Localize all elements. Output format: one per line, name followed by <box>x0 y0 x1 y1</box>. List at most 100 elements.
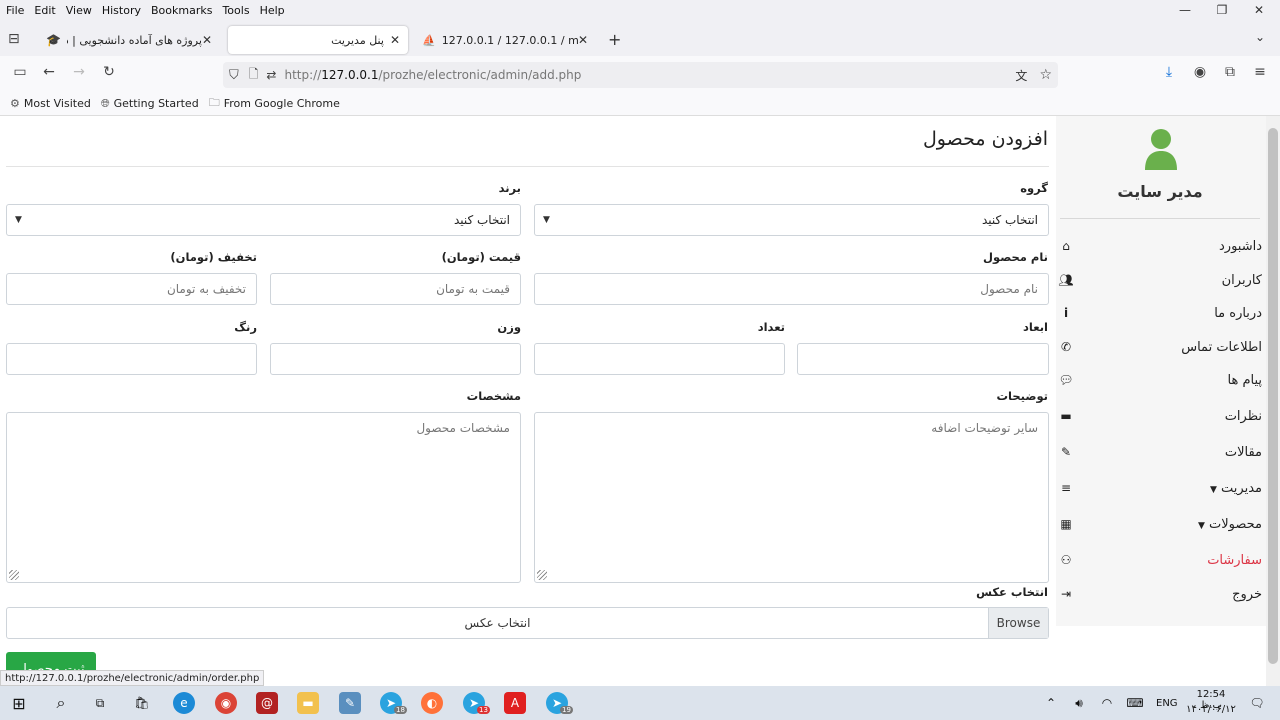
language-indicator[interactable]: ENG <box>1156 698 1178 709</box>
sidebar-item-products[interactable]: ▦ محصولات ▼ <box>1058 512 1262 536</box>
users-icon: 👥︎ <box>1058 273 1074 287</box>
sidebar-item-label: اطلاعات تماس <box>1181 339 1262 355</box>
description-textarea[interactable]: سایر توضیحات اضافه <box>534 412 1049 583</box>
group-label: گروه <box>1020 181 1048 195</box>
close-tab-icon[interactable]: ✕ <box>390 33 400 47</box>
app-menu-icon[interactable]: ≡ <box>1249 64 1271 80</box>
price-input[interactable]: قیمت به تومان <box>270 273 521 305</box>
restore-icon[interactable]: ❐ <box>1205 0 1239 20</box>
back-icon[interactable]: ← <box>38 64 60 80</box>
file-explorer-icon[interactable]: ▬ <box>297 692 319 714</box>
firefox-icon[interactable]: ◐ <box>421 692 443 714</box>
close-tab-icon[interactable]: ✕ <box>578 33 588 47</box>
discount-input[interactable]: تخفیف به تومان <box>6 273 257 305</box>
sidebar-item-orders[interactable]: ⚇ سفارشات <box>1058 548 1262 572</box>
notepad-icon[interactable]: ✎ <box>339 692 361 714</box>
globe-icon: 🌐︎ <box>100 96 110 110</box>
specs-textarea[interactable]: مشخصات محصول <box>6 412 521 583</box>
sidebar-item-text: مدیریت <box>1221 480 1262 496</box>
bookmark-getting-started[interactable]: 🌐︎ Getting Started <box>101 97 199 111</box>
scrollbar-thumb[interactable] <box>1268 128 1278 664</box>
search-icon[interactable]: ⌕ <box>50 692 72 714</box>
sidebar-item-management[interactable]: ≡ مدیریت ▼ <box>1058 476 1262 500</box>
close-window-icon[interactable]: ✕ <box>1242 0 1276 20</box>
app-red-icon[interactable]: @ <box>256 692 278 714</box>
sidebar-item-contact[interactable]: ✆ اطلاعات تماس <box>1058 335 1262 359</box>
brand-select[interactable]: انتخاب کنید ▼ <box>6 204 521 236</box>
page-icon[interactable]: 🗋 <box>249 65 259 86</box>
menu-view[interactable]: View <box>66 4 92 17</box>
menu-bookmarks[interactable]: Bookmarks <box>151 4 212 17</box>
url-bar[interactable]: ⛉ 🗋 ⇄ http://127.0.0.1/prozhe/electronic… <box>223 62 1058 88</box>
wifi-icon[interactable]: ◠ <box>1096 692 1118 714</box>
minimize-icon[interactable]: — <box>1168 0 1202 20</box>
sidebar-item-dashboard[interactable]: ⌂ داشبورد <box>1058 234 1262 258</box>
bookmark-most-visited[interactable]: ⚙ Most Visited <box>10 97 91 110</box>
tab-overview-icon[interactable]: ⊟ <box>8 31 20 47</box>
sidebar-item-users[interactable]: 👥︎ کاربران <box>1058 268 1262 292</box>
group-select[interactable]: انتخاب کنید ▼ <box>534 204 1049 236</box>
product-name-placeholder: نام محصول <box>980 282 1038 296</box>
task-view-icon[interactable]: ⧉ <box>89 692 111 714</box>
sidebar-item-label: کاربران <box>1221 272 1262 288</box>
sidebar-item-articles[interactable]: ✎ مقالات <box>1058 440 1262 464</box>
sidebar-item-about[interactable]: i درباره ما <box>1058 301 1262 325</box>
chevron-down-icon: ▼ <box>15 215 22 225</box>
sidebar-item-comments[interactable]: ▬ نظرات <box>1058 404 1262 428</box>
sidebar-item-label: مدیریت ▼ <box>1210 481 1262 496</box>
account-icon[interactable]: ◉ <box>1189 64 1211 80</box>
chrome-icon[interactable]: ◉ <box>215 692 237 714</box>
sidebar-toggle-icon[interactable]: ▭ <box>9 64 31 80</box>
windows-start-icon[interactable]: ⊞ <box>8 692 30 714</box>
new-tab-icon[interactable]: + <box>608 30 621 49</box>
dimensions-input[interactable] <box>797 343 1049 375</box>
acrobat-icon[interactable]: A <box>504 692 526 714</box>
tab-projects[interactable]: 🎓 پروژه های آماده دانشجویی | دانلو ✕ <box>38 26 220 54</box>
product-name-label: نام محصول <box>983 250 1048 264</box>
image-file-input[interactable]: انتخاب عکس Browse <box>6 607 1049 639</box>
page-scrollbar[interactable] <box>1266 116 1280 686</box>
menu-help[interactable]: Help <box>260 4 285 17</box>
menu-file[interactable]: File <box>6 4 24 17</box>
close-tab-icon[interactable]: ✕ <box>202 33 212 47</box>
permissions-icon[interactable]: ⇄ <box>266 68 276 82</box>
store-icon[interactable]: 🛍︎ <box>131 692 153 714</box>
menu-edit[interactable]: Edit <box>34 4 55 17</box>
volume-icon[interactable]: 🔊︎ <box>1068 692 1090 714</box>
bookmark-folder-chrome[interactable]: 🗀 From Google Chrome <box>209 94 340 113</box>
menu-tools[interactable]: Tools <box>222 4 249 17</box>
chevron-up-icon[interactable]: ⌃ <box>1040 692 1062 714</box>
description-label: توضیحات <box>996 389 1049 403</box>
gear-icon: ⚙ <box>10 97 20 110</box>
chevron-down-icon: ▼ <box>543 215 550 225</box>
title-divider <box>6 166 1049 167</box>
sidebar-divider <box>1060 218 1260 219</box>
resize-handle-icon[interactable] <box>9 570 19 580</box>
reload-icon[interactable]: ↻ <box>98 64 120 80</box>
clock-date[interactable]: ۱۴۰۲/۰۶/۱۲ <box>1186 704 1236 715</box>
browse-button[interactable]: Browse <box>988 608 1048 638</box>
edge-icon[interactable]: e <box>173 692 195 714</box>
downloads-icon[interactable]: ⤓ <box>1158 64 1180 80</box>
resize-handle-icon[interactable] <box>537 570 547 580</box>
weight-input[interactable] <box>270 343 521 375</box>
sidebar-item-messages[interactable]: 💬︎ پیام ها <box>1058 368 1262 392</box>
discount-placeholder: تخفیف به تومان <box>166 282 246 296</box>
product-name-input[interactable]: نام محصول <box>534 273 1049 305</box>
list-tabs-icon[interactable]: ⌄ <box>1255 30 1265 44</box>
keyboard-icon[interactable]: ⌨ <box>1124 692 1146 714</box>
color-input[interactable] <box>6 343 257 375</box>
notifications-icon[interactable]: 🗨︎ <box>1246 692 1268 714</box>
count-input[interactable] <box>534 343 785 375</box>
shield-icon[interactable]: ⛉ <box>229 68 239 83</box>
price-placeholder: قیمت به تومان <box>436 282 510 296</box>
forward-icon[interactable]: → <box>68 64 90 80</box>
sidebar-item-logout[interactable]: ⇥ خروج <box>1058 582 1262 606</box>
extensions-icon[interactable]: ⧉ <box>1219 64 1241 80</box>
menu-history[interactable]: History <box>102 4 141 17</box>
phpmyadmin-icon: ⛵ <box>422 33 436 47</box>
translate-icon[interactable]: 文 <box>1015 67 1027 84</box>
tab-admin-panel[interactable]: پنل مدیریت ✕ <box>228 26 408 54</box>
bookmark-star-icon[interactable]: ☆ <box>1039 67 1052 83</box>
tab-phpmyadmin[interactable]: ⛵ 127.0.0.1 / 127.0.0.1 / maccesso ✕ <box>414 26 596 54</box>
